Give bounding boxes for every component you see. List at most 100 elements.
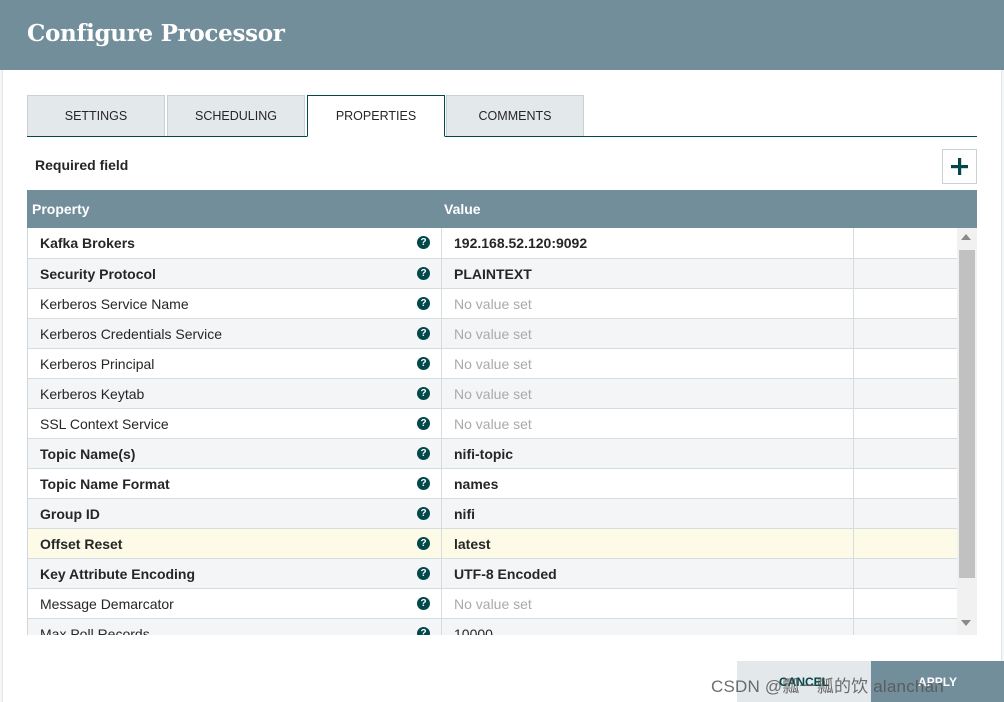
table-row[interactable]: Security Protocol ? PLAINTEXT: [28, 259, 957, 289]
help-icon[interactable]: ?: [417, 567, 430, 580]
scroll-down-arrow-icon[interactable]: [961, 620, 971, 626]
column-divider: [441, 619, 442, 635]
dialog-title: Configure Processor: [27, 20, 285, 47]
property-name: Kerberos Service Name: [40, 296, 189, 312]
table-row[interactable]: Kerberos Credentials Service ? No value …: [28, 319, 957, 349]
help-icon[interactable]: ?: [417, 417, 430, 430]
column-divider: [441, 529, 442, 558]
column-divider: [853, 379, 854, 408]
column-divider: [441, 289, 442, 318]
property-name: SSL Context Service: [40, 416, 169, 432]
property-name: Group ID: [40, 506, 100, 522]
column-header-property: Property: [32, 201, 90, 217]
column-divider: [441, 559, 442, 588]
column-divider: [853, 619, 854, 635]
property-value[interactable]: No value set: [454, 596, 532, 612]
help-icon[interactable]: ?: [417, 507, 430, 520]
property-value[interactable]: No value set: [454, 386, 532, 402]
table-row[interactable]: Max Poll Records ? 10000: [28, 619, 957, 635]
column-divider: [441, 319, 442, 348]
table-row[interactable]: Topic Name Format ? names: [28, 469, 957, 499]
column-divider: [853, 499, 854, 528]
column-divider: [441, 259, 442, 288]
table-scrollbar[interactable]: [957, 228, 977, 635]
table-row[interactable]: Kerberos Keytab ? No value set: [28, 379, 957, 409]
property-value[interactable]: nifi: [454, 506, 475, 522]
table-row[interactable]: SSL Context Service ? No value set: [28, 409, 957, 439]
column-divider: [853, 349, 854, 378]
table-row[interactable]: Kerberos Principal ? No value set: [28, 349, 957, 379]
property-value[interactable]: No value set: [454, 296, 532, 312]
column-divider: [853, 589, 854, 618]
dialog-header: Configure Processor: [0, 0, 1004, 70]
property-value[interactable]: No value set: [454, 356, 532, 372]
table-header: Property Value: [27, 190, 977, 228]
property-name: Key Attribute Encoding: [40, 566, 196, 582]
column-divider: [853, 529, 854, 558]
table-row[interactable]: Group ID ? nifi: [28, 499, 957, 529]
column-divider: [441, 409, 442, 438]
column-divider: [441, 439, 442, 468]
column-divider: [441, 469, 442, 498]
table-row[interactable]: Key Attribute Encoding ? UTF-8 Encoded: [28, 559, 957, 589]
table-row-selected[interactable]: Offset Reset ? latest: [28, 529, 957, 559]
property-name: Topic Name Format: [40, 476, 170, 492]
table-row[interactable]: Topic Name(s) ? nifi-topic: [28, 439, 957, 469]
column-divider: [853, 559, 854, 588]
help-icon[interactable]: ?: [417, 327, 430, 340]
column-divider: [441, 589, 442, 618]
help-icon[interactable]: ?: [417, 297, 430, 310]
property-name: Security Protocol: [40, 266, 156, 282]
help-icon[interactable]: ?: [417, 236, 430, 249]
property-value[interactable]: 192.168.52.120:9092: [454, 235, 587, 251]
property-name: Max Poll Records: [40, 626, 150, 635]
table-row[interactable]: Message Demarcator ? No value set: [28, 589, 957, 619]
property-name: Kerberos Keytab: [40, 386, 145, 402]
property-name: Topic Name(s): [40, 446, 136, 462]
tab-settings[interactable]: SETTINGS: [27, 95, 165, 136]
help-icon[interactable]: ?: [417, 447, 430, 460]
tab-bar: SETTINGS SCHEDULING PROPERTIES COMMENTS: [27, 95, 977, 137]
property-name: Kafka Brokers: [40, 235, 135, 251]
help-icon[interactable]: ?: [417, 267, 430, 280]
help-icon[interactable]: ?: [417, 627, 430, 635]
property-value[interactable]: 10000: [454, 626, 493, 635]
scroll-thumb[interactable]: [959, 250, 975, 578]
table-row[interactable]: Kafka Brokers ? 192.168.52.120:9092: [28, 228, 957, 259]
table-row[interactable]: Kerberos Service Name ? No value set: [28, 289, 957, 319]
add-property-button[interactable]: [942, 149, 977, 184]
property-name: Message Demarcator: [40, 596, 174, 612]
column-divider: [853, 259, 854, 288]
column-divider: [441, 349, 442, 378]
column-divider: [441, 499, 442, 528]
watermark: CSDN @瓢一瓢的饮 alanchan: [711, 677, 944, 696]
help-icon[interactable]: ?: [417, 477, 430, 490]
column-header-value: Value: [444, 201, 481, 217]
dialog-left-edge: [0, 70, 3, 702]
property-value[interactable]: latest: [454, 536, 491, 552]
help-icon[interactable]: ?: [417, 537, 430, 550]
column-divider: [853, 409, 854, 438]
property-value[interactable]: names: [454, 476, 498, 492]
help-icon[interactable]: ?: [417, 357, 430, 370]
tabs-underline: [27, 136, 977, 137]
help-icon[interactable]: ?: [417, 387, 430, 400]
column-divider: [853, 439, 854, 468]
column-divider: [853, 228, 854, 258]
property-value[interactable]: No value set: [454, 416, 532, 432]
column-divider: [441, 228, 442, 258]
property-name: Kerberos Credentials Service: [40, 326, 223, 342]
help-icon[interactable]: ?: [417, 597, 430, 610]
column-divider: [853, 319, 854, 348]
property-value[interactable]: nifi-topic: [454, 446, 513, 462]
property-value[interactable]: UTF-8 Encoded: [454, 566, 557, 582]
property-value[interactable]: PLAINTEXT: [454, 266, 532, 282]
column-divider: [441, 379, 442, 408]
scroll-up-arrow-icon[interactable]: [961, 234, 971, 240]
tab-properties[interactable]: PROPERTIES: [307, 95, 445, 137]
plus-icon: [951, 158, 968, 175]
tab-comments[interactable]: COMMENTS: [446, 95, 584, 136]
property-value[interactable]: No value set: [454, 326, 532, 342]
column-divider: [853, 289, 854, 318]
tab-scheduling[interactable]: SCHEDULING: [167, 95, 305, 136]
